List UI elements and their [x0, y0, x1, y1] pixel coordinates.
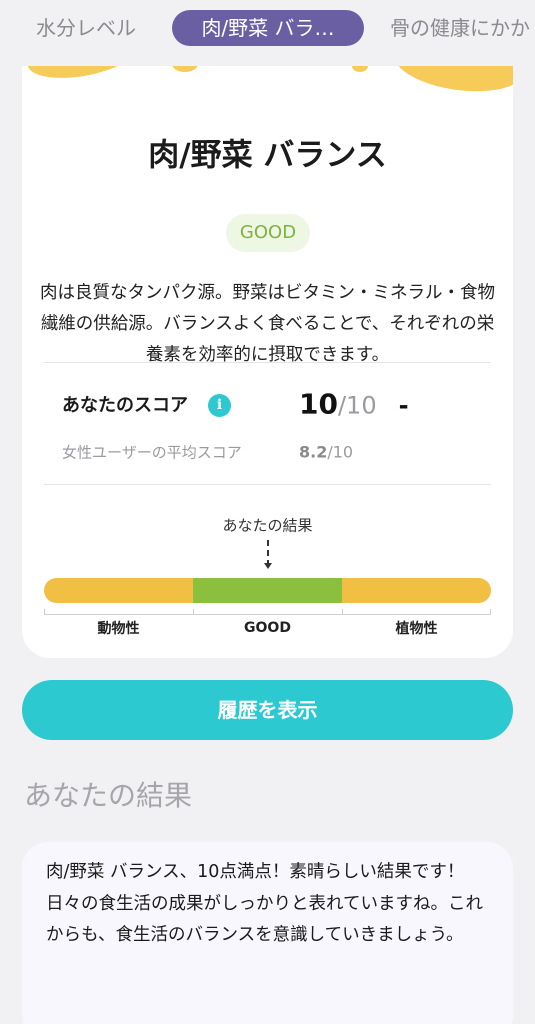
scale-tick — [342, 609, 343, 615]
card-title: 肉/野菜 バランス — [148, 137, 387, 174]
average-score: 8.2/10 — [299, 443, 353, 462]
bar-segment-plant — [341, 578, 491, 603]
decoration-blob — [24, 66, 140, 86]
bar-segment-good — [192, 578, 342, 603]
score-denominator: /10 — [337, 391, 377, 420]
category-tabs: 水分レベル 肉/野菜 バラ… 骨の健康にかか — [0, 0, 535, 56]
your-score: 10/10- — [299, 388, 409, 421]
tab-hydration-level[interactable]: 水分レベル — [36, 10, 136, 46]
your-score-label: あなたのスコア — [62, 395, 188, 416]
bar-segment-animal — [44, 578, 193, 603]
average-score-denominator: /10 — [327, 442, 354, 462]
decoration-blob — [391, 66, 513, 99]
info-icon[interactable]: i — [208, 394, 231, 417]
scale-tick — [490, 609, 491, 615]
card-description: 肉は良質なタンパク源。野菜はビタミン・ミネラル・食物繊維の供給源。バランスよく食… — [40, 283, 495, 365]
segment-label-animal: 動物性 — [97, 621, 140, 637]
tab-meat-vegetable-balance[interactable]: 肉/野菜 バラ… — [172, 10, 364, 46]
result-card: 肉/野菜 バランス、10点満点！素晴らしい結果です！日々の食生活の成果がしっかり… — [22, 842, 513, 1024]
show-history-button[interactable]: 履歴を表示 — [22, 680, 513, 740]
score-trend: - — [398, 391, 409, 420]
decoration-blob — [352, 66, 368, 72]
result-marker-label: あなたの結果 — [222, 516, 313, 535]
scale-tick — [193, 609, 194, 615]
segment-label-good: GOOD — [244, 620, 291, 636]
result-section-title: あなたの結果 — [24, 779, 193, 812]
divider — [44, 362, 491, 363]
average-score-label: 女性ユーザーの平均スコア — [62, 443, 242, 462]
bar-scale — [44, 609, 491, 615]
scale-tick — [44, 609, 45, 615]
result-text: 肉/野菜 バランス、10点満点！素晴らしい結果です！日々の食生活の成果がしっかり… — [46, 862, 483, 945]
arrow-down-icon — [263, 563, 272, 569]
score-value: 10 — [299, 387, 338, 421]
segment-label-plant: 植物性 — [395, 621, 438, 637]
average-score-value: 8.2 — [299, 442, 328, 462]
status-badge: GOOD — [226, 214, 310, 252]
divider — [44, 484, 491, 485]
decoration-blob — [172, 66, 198, 72]
balance-card: 肉/野菜 バランス GOOD 肉は良質なタンパク源。野菜はビタミン・ミネラル・食… — [22, 66, 513, 658]
balance-bar — [44, 578, 491, 603]
tab-bone-health[interactable]: 骨の健康にかか — [390, 10, 530, 46]
